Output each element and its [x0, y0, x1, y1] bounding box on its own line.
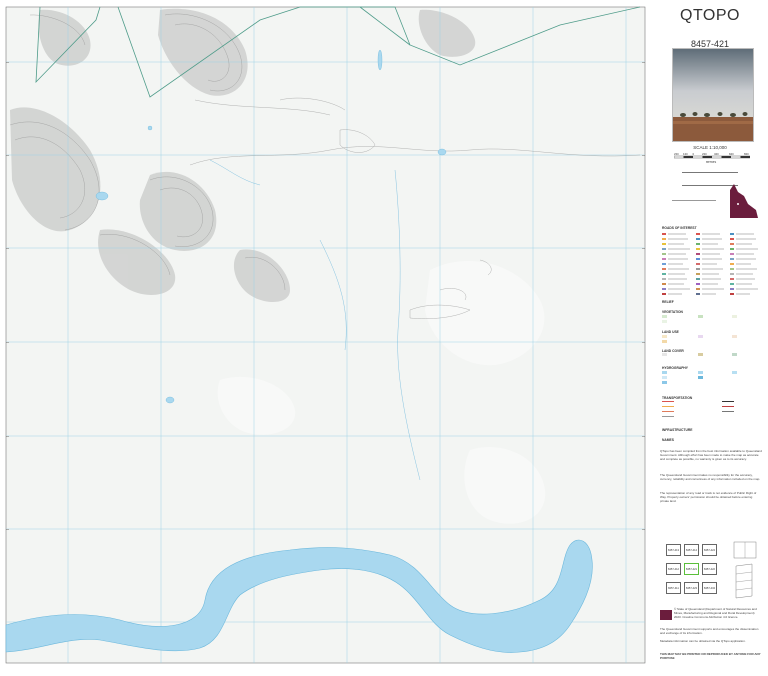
index-sheet[interactable]: 8457-434 [702, 582, 717, 594]
fold-diagram [733, 541, 757, 599]
legend-heading: ROADS OF INTEREST [662, 226, 697, 230]
scale-tick-label: 200 [702, 152, 707, 156]
index-sheet[interactable]: 8457-422 [702, 563, 717, 575]
scale-tick-label: 0 [693, 152, 695, 156]
disclaimer-paragraph: The representation of any road or track … [660, 491, 757, 503]
scale-tick-label: 600 [729, 152, 734, 156]
topographic-map[interactable] [0, 0, 652, 671]
support-text: The Queensland Government supports and e… [660, 627, 759, 635]
crest-icon [660, 610, 672, 620]
mobile-text: Metadata information can be obtained via… [660, 639, 746, 643]
map-canvas [0, 0, 652, 671]
cover-photo [672, 48, 754, 142]
scale-bar: 200 100 0 200 400 600 800 METRES [674, 152, 750, 164]
index-sheet[interactable]: 8457-412 [666, 563, 681, 575]
index-sheet[interactable]: 8457-423 [684, 582, 699, 594]
scale-tick-label: 100 [683, 152, 688, 156]
index-sheet[interactable]: 8457-414 [684, 544, 699, 556]
product-title: QTOPO [680, 7, 740, 24]
map-info-panel: QTOPO 8457-421 SCALE 1:10,000 200 100 0 … [652, 0, 768, 671]
index-sheet[interactable]: 8457-411 [666, 582, 681, 594]
scale-tick-label: 200 [674, 152, 679, 156]
reproduction-note: THIS MAP MAY BE PRINTED OR REPRODUCED BY… [660, 652, 761, 660]
legend-symbols [662, 233, 758, 417]
index-sheet[interactable]: 8457-413 [666, 544, 681, 556]
disclaimer-paragraph: QTopo has been compiled from the best in… [660, 449, 762, 461]
location-marker [737, 203, 739, 205]
copyright-text: © State of Queensland (Department of Nat… [674, 607, 757, 619]
scale-tick-label: 400 [714, 152, 719, 156]
scale-tick-label: 800 [744, 152, 749, 156]
location-map [730, 184, 758, 218]
location-caption [672, 200, 716, 209]
scale-label: SCALE 1:10,000 [693, 145, 727, 150]
disclaimer-paragraph: The Queensland Government takes no respo… [660, 473, 761, 481]
scale-unit: METRES [706, 160, 717, 164]
index-sheet[interactable]: 8457-424 [702, 544, 717, 556]
index-sheet-current[interactable]: 8457-421 [684, 563, 699, 575]
